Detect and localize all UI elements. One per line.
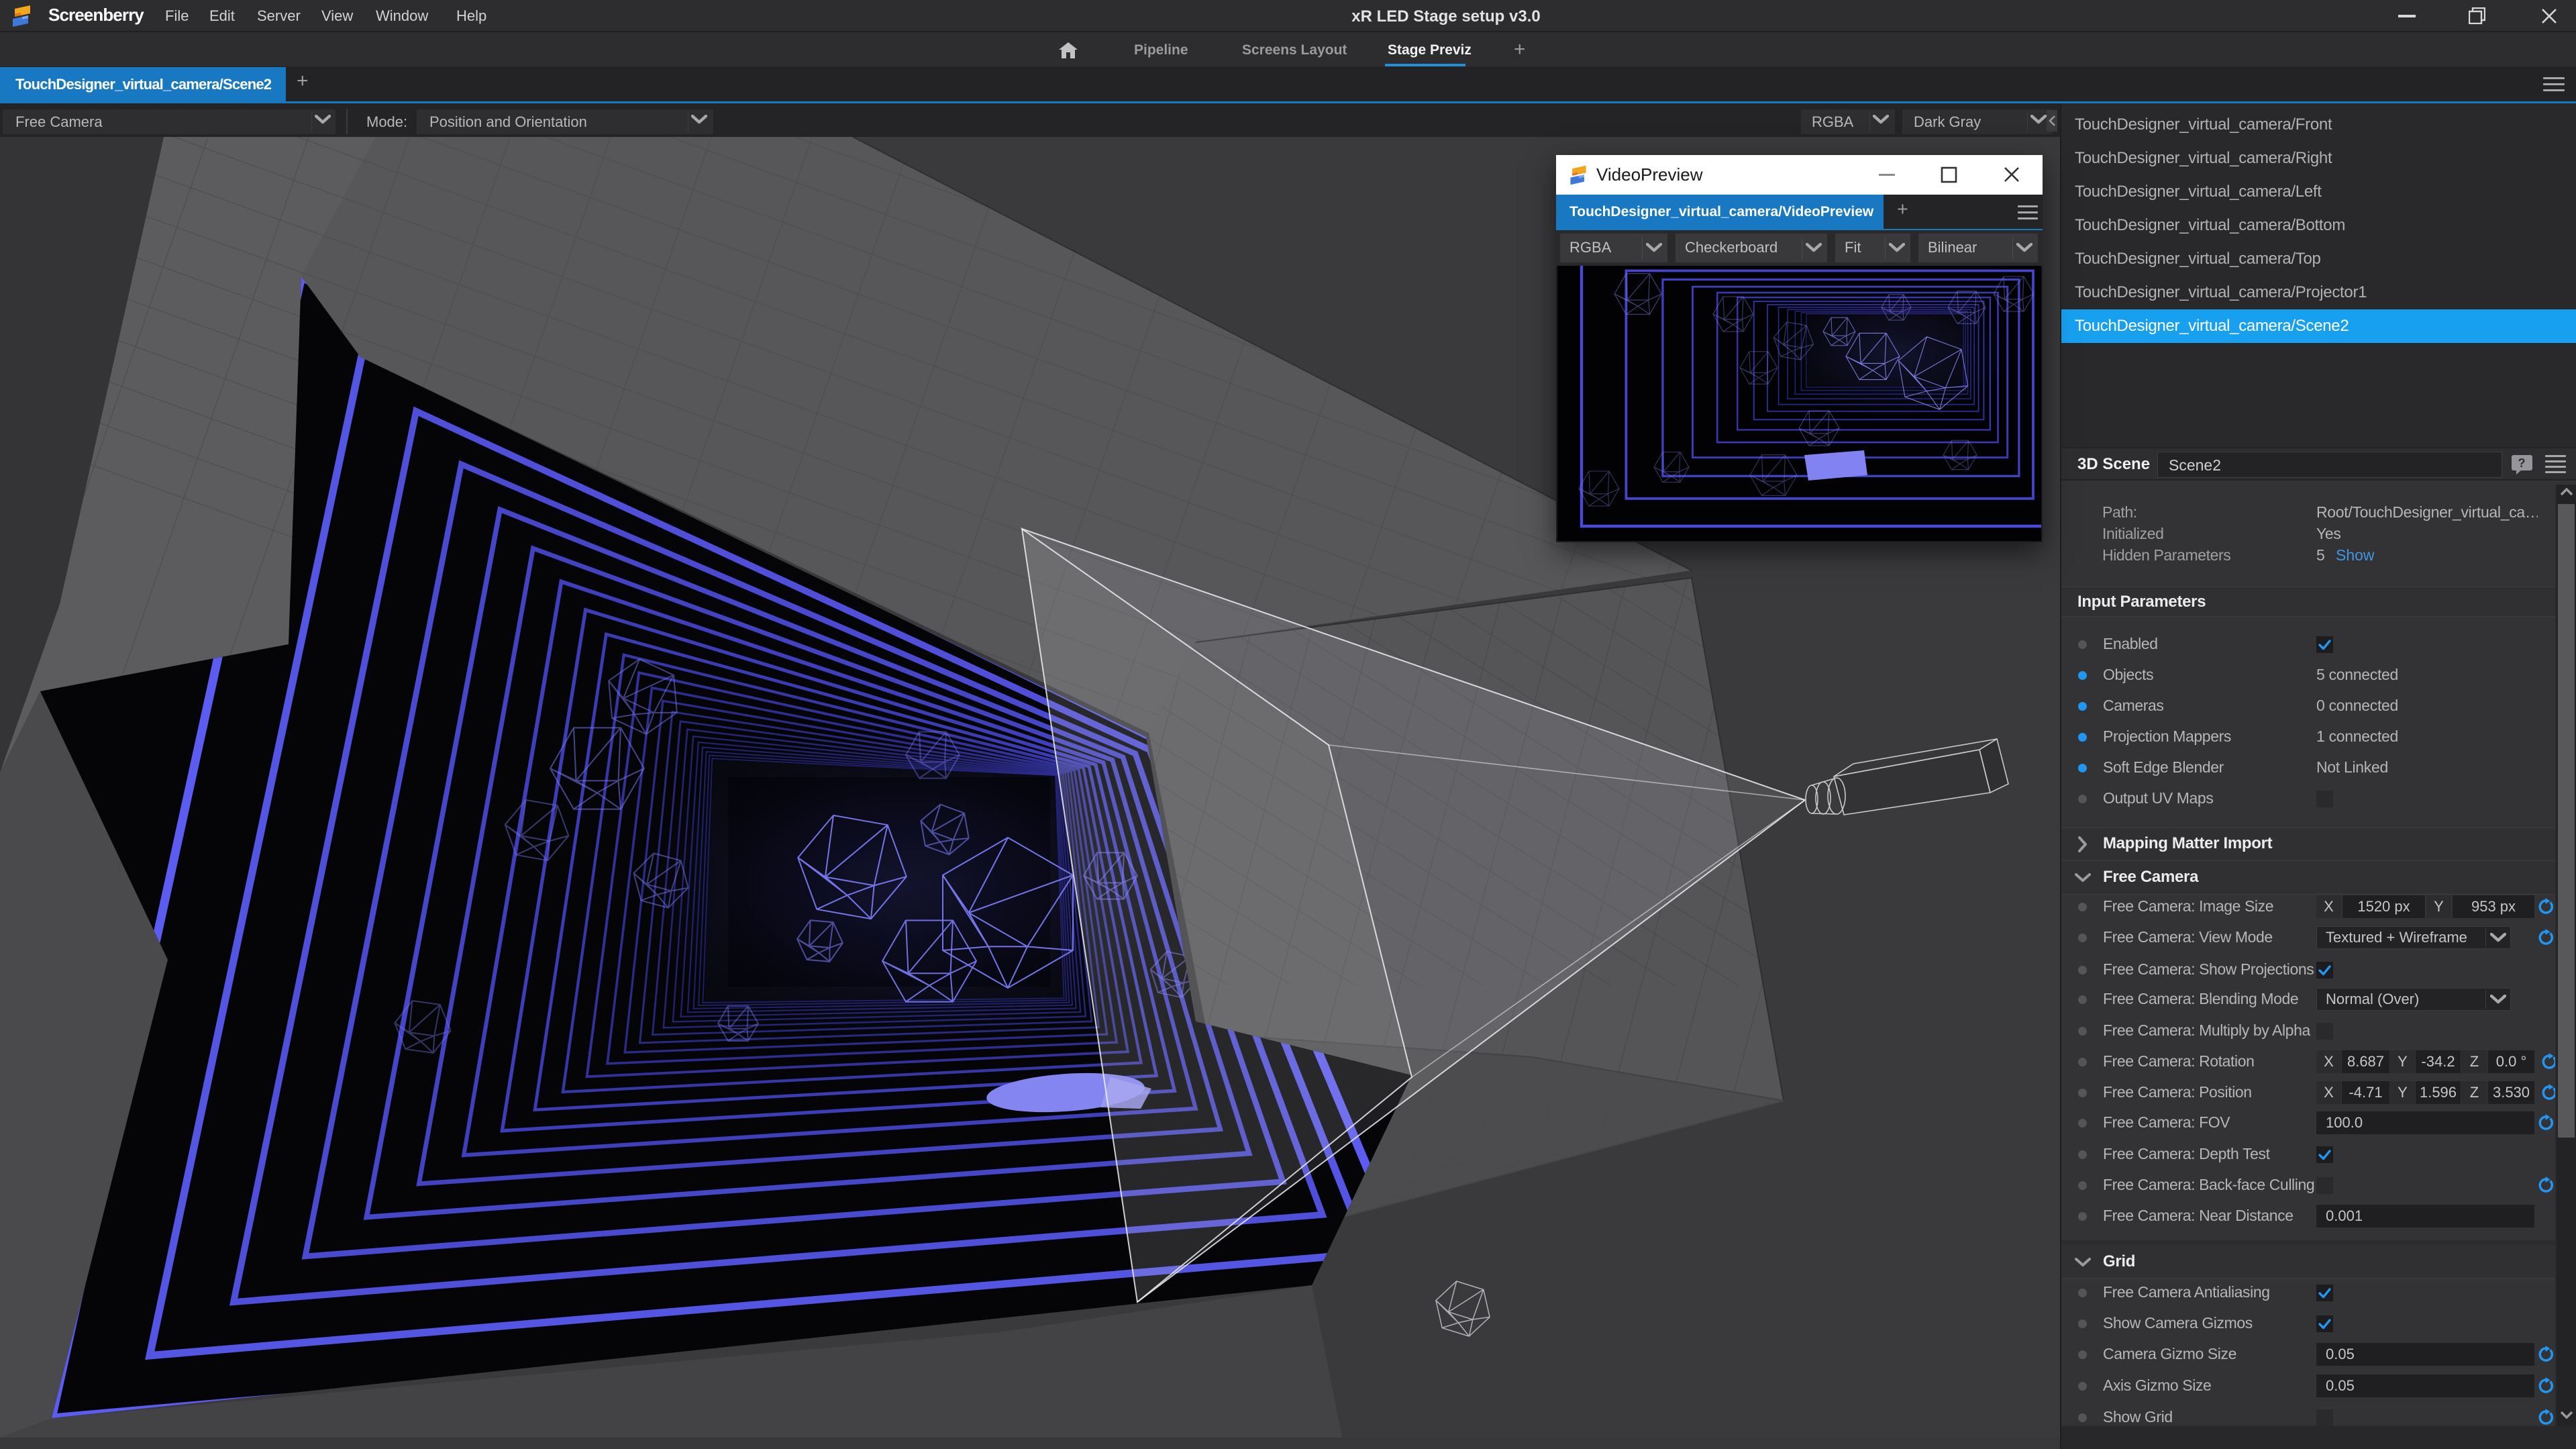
svg-text:?: ?: [2518, 456, 2526, 470]
